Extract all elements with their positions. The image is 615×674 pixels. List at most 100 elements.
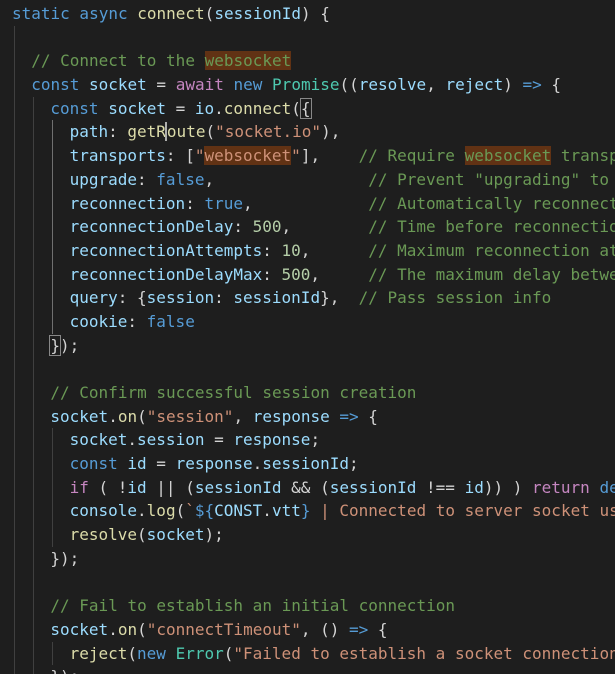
code-token: false xyxy=(156,169,205,189)
code-token: . xyxy=(127,430,138,450)
code-token: ), xyxy=(321,122,341,142)
code-text: const socket = await new Promise((resolv… xyxy=(12,75,561,94)
code-token: . xyxy=(108,406,118,426)
code-token: Error xyxy=(175,643,224,663)
code-token: ; xyxy=(310,430,321,450)
code-token: new xyxy=(233,75,263,95)
code-line: }); xyxy=(12,665,615,674)
code-line: }); xyxy=(12,333,615,358)
code-token: new xyxy=(137,643,166,663)
code-text: console.log(`${CONST.vtt} | Connected to… xyxy=(12,501,615,520)
code-token: , xyxy=(310,264,369,284)
code-token: && ( xyxy=(281,477,330,497)
code-token: 500 xyxy=(281,264,311,284)
code-token: on xyxy=(117,619,138,639)
code-text: }); xyxy=(12,667,79,674)
code-token: const xyxy=(69,454,128,474)
code-line: reconnectionAttempts: 10, // Maximum rec… xyxy=(12,238,615,263)
code-token: ( xyxy=(137,406,147,426)
code-comment: // Time before reconnection is attempted xyxy=(368,217,615,237)
code-line xyxy=(12,570,615,595)
code-area[interactable]: static async connect(sessionId) { // Conn… xyxy=(12,2,615,674)
code-token: , xyxy=(242,193,369,213)
code-token: ( xyxy=(204,4,215,23)
code-token: : xyxy=(262,240,282,260)
code-token: . xyxy=(262,501,272,521)
editor-gutter xyxy=(0,0,12,674)
code-token: id xyxy=(127,454,147,474)
code-token: reconnection xyxy=(69,193,186,213)
code-token: id xyxy=(127,477,147,497)
code-comment: websocket xyxy=(464,146,552,166)
code-line: socket.on("connectTimeout", () => { xyxy=(12,617,615,642)
code-token: socket xyxy=(50,406,109,426)
code-token: query xyxy=(69,288,118,308)
code-token: ) { xyxy=(301,4,330,23)
code-token: ( xyxy=(205,122,216,142)
code-token: socket xyxy=(88,75,147,95)
code-comment: // Require xyxy=(358,146,465,166)
code-token: socket xyxy=(50,619,109,639)
code-token: : [ xyxy=(165,146,195,166)
code-line: upgrade: false, // Prevent "upgrading" t… xyxy=(12,167,615,192)
code-token: : xyxy=(127,311,147,331)
code-token: !== xyxy=(416,477,465,497)
code-token: sessionId xyxy=(194,477,282,497)
code-line: reconnectionDelayMax: 500, // The maximu… xyxy=(12,262,615,287)
code-token: CONST xyxy=(214,501,263,521)
indent-guide xyxy=(14,25,15,50)
code-editor[interactable]: static async connect(sessionId) { // Conn… xyxy=(0,0,615,674)
code-token: ) xyxy=(503,75,523,95)
code-string: ` xyxy=(185,501,195,521)
code-token: reconnectionAttempts xyxy=(69,240,263,260)
code-text: path: getRoute("socket.io"), xyxy=(12,122,341,142)
code-token: , xyxy=(300,240,369,260)
code-token: id xyxy=(464,477,484,497)
code-token: response xyxy=(252,406,330,426)
code-token: , xyxy=(281,217,369,237)
code-token: }, xyxy=(320,288,359,308)
code-token: : xyxy=(214,288,234,308)
code-token: : xyxy=(108,122,128,142)
code-token: }); xyxy=(50,667,79,674)
code-text: reconnection: true, // Automatically rec… xyxy=(12,194,615,213)
code-text: if ( !id || (sessionId && (sessionId !==… xyxy=(12,478,615,497)
code-text: transports: ["websocket"], // Require we… xyxy=(12,146,615,166)
code-token: ( xyxy=(127,643,138,663)
code-token: const xyxy=(50,98,109,118)
code-token: { xyxy=(541,75,562,95)
code-comment: // Maximum reconnection attempts xyxy=(368,240,615,260)
code-text: // Confirm successful session creation xyxy=(12,383,416,402)
code-comment: // Automatically reconnect xyxy=(368,193,615,213)
code-comment: // Prevent "upgrading" to xyxy=(368,169,615,189)
code-line: socket.on("session", response => { xyxy=(12,404,615,429)
code-token: reject xyxy=(69,643,128,663)
code-token: { xyxy=(358,406,378,426)
code-token: : xyxy=(185,193,205,213)
code-token: connect xyxy=(223,98,292,118)
code-token: 10 xyxy=(281,240,301,260)
code-text: static async connect(sessionId) { xyxy=(12,4,330,23)
code-token: sessionId xyxy=(233,288,321,308)
code-comment: // Pass session info xyxy=(358,288,552,308)
code-token: . xyxy=(137,501,147,521)
code-string: | Connected to server socket using sessi… xyxy=(320,501,615,521)
code-token: ( xyxy=(137,619,147,639)
code-line: const socket = io.connect({ xyxy=(12,96,615,121)
code-token: response xyxy=(175,454,253,474)
code-comment: websocket xyxy=(204,51,292,71)
code-text: const socket = io.connect({ xyxy=(12,97,312,119)
code-token: = xyxy=(146,454,176,474)
code-string: "socket.io" xyxy=(215,122,322,142)
code-line: const id = response.sessionId; xyxy=(12,452,615,476)
code-token: . xyxy=(108,619,118,639)
code-line: }); xyxy=(12,546,615,571)
code-text: resolve(socket); xyxy=(12,525,224,544)
code-token: socket xyxy=(146,525,205,545)
code-comment: // Connect to the xyxy=(31,51,205,71)
code-token: Promise xyxy=(272,75,340,95)
code-text: reconnectionDelay: 500, // Time before r… xyxy=(12,217,615,236)
code-line: reconnection: true, // Automatically rec… xyxy=(12,191,615,216)
code-token: || ( xyxy=(146,477,195,497)
